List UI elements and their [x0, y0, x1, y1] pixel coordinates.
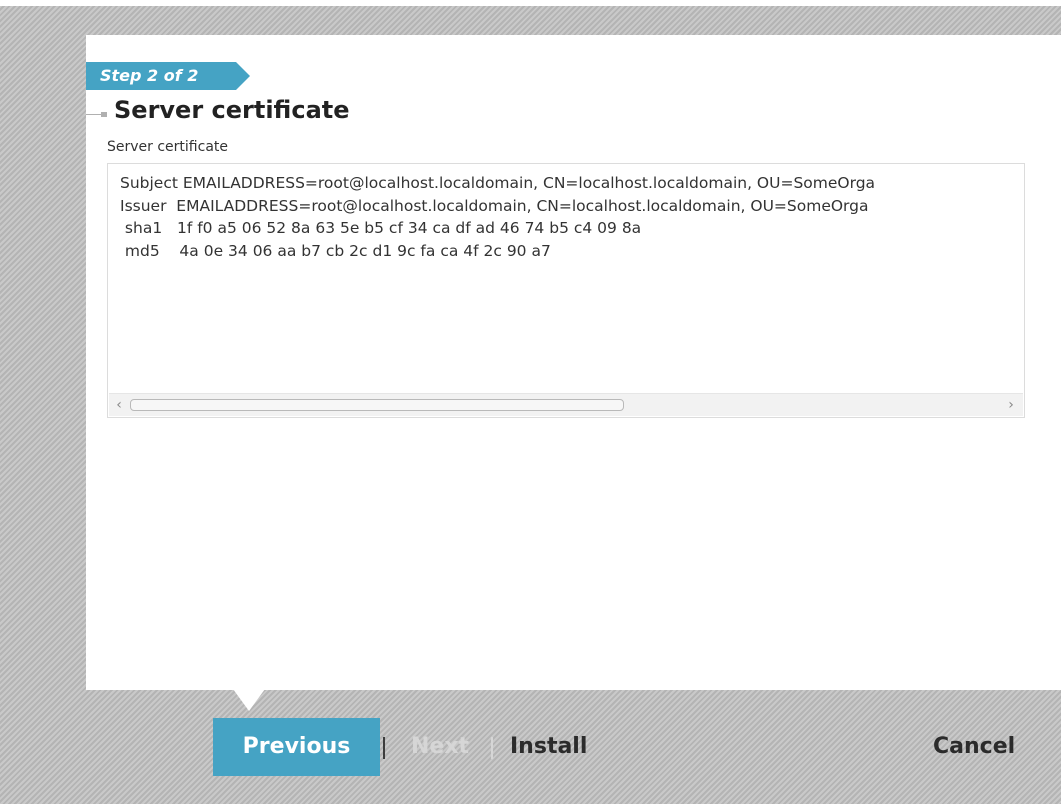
- step-indicator: Step 2 of 2: [86, 62, 250, 90]
- page-title: Server certificate: [114, 96, 350, 124]
- certificate-md5-line: md5 4a 0e 34 06 aa b7 cb 2c d1 9c fa ca …: [120, 241, 551, 260]
- certificate-field-label: Server certificate: [107, 139, 229, 155]
- certificate-issuer-line: Issuer EMAILADDRESS=root@localhost.local…: [120, 196, 869, 215]
- previous-button[interactable]: Previous: [213, 718, 380, 776]
- certificate-text: Subject EMAILADDRESS=root@localhost.loca…: [120, 172, 875, 262]
- certificate-subject-line: Subject EMAILADDRESS=root@localhost.loca…: [120, 174, 876, 192]
- scrollbar-thumb[interactable]: [130, 399, 624, 411]
- panel-pointer: [233, 689, 265, 711]
- button-separator: [491, 737, 493, 759]
- certificate-sha1-line: sha1 1f f0 a5 06 52 8a 63 5e b5 cf 34 ca…: [120, 219, 642, 237]
- install-button[interactable]: Install: [510, 718, 587, 776]
- button-separator: [383, 737, 385, 759]
- top-strip: [0, 0, 1061, 6]
- certificate-textarea[interactable]: Subject EMAILADDRESS=root@localhost.loca…: [107, 163, 1025, 418]
- chevron-right-icon[interactable]: ›: [1003, 394, 1019, 416]
- horizontal-scrollbar[interactable]: ‹ ›: [109, 393, 1023, 416]
- next-button[interactable]: Next: [411, 718, 469, 776]
- cancel-button[interactable]: Cancel: [933, 718, 1015, 776]
- chevron-left-icon[interactable]: ‹: [111, 394, 127, 416]
- title-bullet: [101, 112, 107, 117]
